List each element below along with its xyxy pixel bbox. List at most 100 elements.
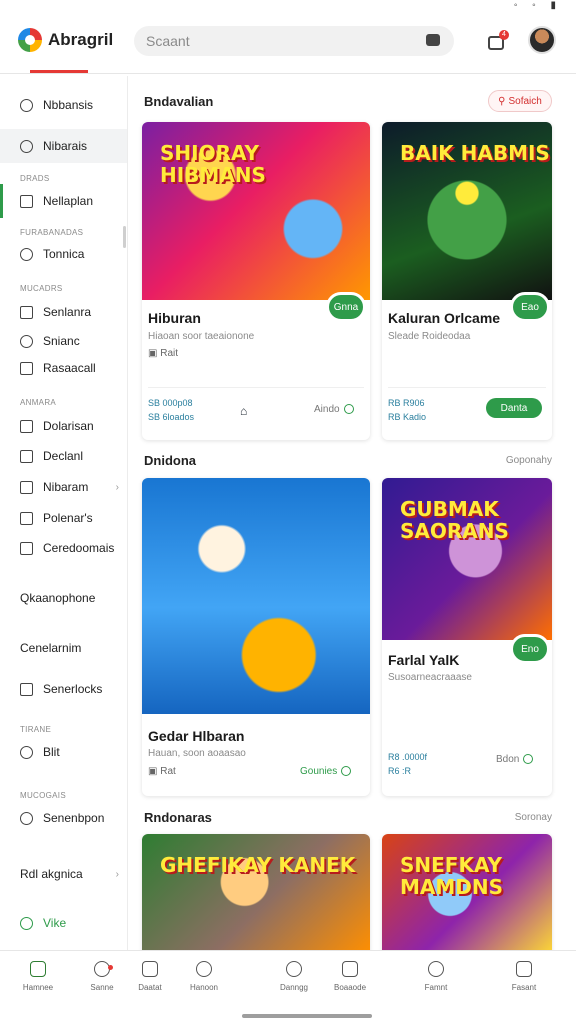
card-subtitle: Hauan, soon aoaasao	[148, 748, 246, 759]
tag-icon: ▣	[148, 348, 161, 359]
status-ring-icon	[523, 754, 534, 765]
sidebar-item-dolarisan[interactable]: Dolarisan	[0, 409, 127, 443]
sidebar-item-senerlocks[interactable]: Senerlocks	[0, 672, 127, 706]
sidebar-item-ceredoomais[interactable]: Ceredoomais	[0, 531, 127, 565]
card-action-button[interactable]: Danta	[486, 398, 542, 418]
card-title: Gedar Hlbaran	[148, 728, 245, 744]
game-thumbnail[interactable]: GHEFIKAY KANEK	[142, 834, 370, 950]
logo-text: Abragril	[48, 30, 114, 49]
sidebar-item-nellaplan[interactable]: Nellaplan	[0, 184, 127, 218]
game-card[interactable]: SHIORAY HIBMANS Gnna Hiburan Hiaoan soor…	[142, 122, 370, 440]
sidebar-item-qkaanophone[interactable]: Qkaanophone	[0, 581, 127, 615]
search-icon	[20, 139, 33, 153]
game-thumbnail[interactable]: SNEFKAY MAMDNS	[382, 834, 552, 950]
play-badge[interactable]: Gnna	[326, 292, 366, 322]
sidebar: Nbbansis Nibarais DRADS Nellaplan FURABA…	[0, 76, 128, 950]
game-thumbnail[interactable]: GUBMAK SAORANS	[382, 478, 552, 640]
sidebar-item-nibaram[interactable]: Nibaram ›	[0, 470, 127, 504]
sidebar-item-nibarais[interactable]: Nibarais	[0, 129, 127, 163]
basket-icon	[142, 961, 158, 977]
search-icon: ⚲	[498, 95, 506, 107]
game-card[interactable]: GHEFIKAY KANEK	[142, 834, 370, 950]
lock-icon	[20, 682, 33, 696]
folder-icon	[20, 419, 33, 433]
thumbnail-title: BAIK HABMIS	[400, 141, 550, 165]
game-card[interactable]: GUBMAK SAORANS Eno Farlal YalK Susoarnea…	[382, 478, 552, 796]
card-price: R8 .0000f R6 :R	[388, 752, 428, 776]
card-status: Aindo	[314, 404, 354, 415]
image-icon	[342, 961, 358, 977]
nav-item-fasant[interactable]: Fasant	[494, 961, 554, 992]
sidebar-heading: DRADS	[20, 174, 50, 183]
sidebar-item-senenbpon[interactable]: Senenbpon	[0, 801, 127, 835]
sidebar-item-label: Snianc	[43, 334, 80, 348]
camera-search-icon[interactable]	[426, 34, 440, 46]
app-logo[interactable]: Abragril	[18, 28, 113, 52]
cart-badge: 4	[499, 30, 509, 40]
section-link[interactable]: Soronay	[515, 812, 552, 823]
game-thumbnail[interactable]: SHIORAY HIBMANS	[142, 122, 370, 300]
sidebar-item-label: Declanl	[43, 449, 84, 463]
search-input[interactable]	[146, 33, 416, 49]
play-badge[interactable]: Eno	[510, 634, 550, 664]
game-thumbnail[interactable]: BAIK HABMIS	[382, 122, 552, 300]
game-card[interactable]: Gedar Hlbaran Hauan, soon aoaasao ▣ Rat …	[142, 478, 370, 796]
thumbnail-title: SHIORAY HIBMANS	[160, 141, 266, 187]
sidebar-item-cenelarnim[interactable]: Cenelarnim	[0, 631, 127, 665]
section-search-button[interactable]: ⚲ Sofaich	[488, 90, 552, 112]
sidebar-item-label: Nibarais	[43, 139, 88, 153]
card-action-link[interactable]: Gounies	[300, 766, 352, 777]
chevron-right-icon: ›	[115, 868, 119, 880]
nav-item-danngg[interactable]: Danngg	[264, 961, 324, 992]
card-price: RB R906 RB Kadio	[388, 398, 427, 422]
thumbnail-title: GUBMAK SAORANS	[400, 497, 509, 543]
play-badge[interactable]: Eao	[510, 292, 550, 322]
game-card[interactable]: SNEFKAY MAMDNS	[382, 834, 552, 950]
sidebar-item-label: Nbbansis	[43, 98, 94, 112]
sidebar-item-label: Cenelarnim	[20, 641, 82, 655]
nav-item-famnt[interactable]: Famnt	[406, 961, 466, 992]
sidebar-item-label: Senerlocks	[43, 682, 103, 696]
section-link[interactable]: Goponahy	[506, 455, 552, 466]
sidebar-item-declanl[interactable]: Declanl	[0, 439, 127, 473]
game-card[interactable]: BAIK HABMIS Eao Kaluran Orlcame Sleade R…	[382, 122, 552, 440]
card-title: Farlal YalK	[388, 652, 460, 668]
thumbnail-title: SNEFKAY MAMDNS	[400, 853, 504, 899]
calendar-icon	[20, 305, 33, 319]
support-icon	[20, 811, 33, 825]
section-title: Rndonaras	[144, 810, 212, 825]
sidebar-item-label: Blit	[43, 745, 60, 759]
notification-dot	[108, 965, 113, 970]
sidebar-item-tonnica[interactable]: Tonnica	[0, 237, 127, 271]
sidebar-item-rasaacall[interactable]: Rasaacall	[0, 351, 127, 385]
sidebar-item-label: Ceredoomais	[43, 541, 115, 555]
document-icon	[20, 449, 33, 463]
sidebar-scrollbar[interactable]	[123, 226, 126, 248]
tag-icon: ▣	[148, 766, 161, 777]
game-thumbnail[interactable]	[142, 478, 370, 714]
user-avatar[interactable]	[528, 26, 556, 54]
nav-item-hamnee[interactable]: Hamnee	[8, 961, 68, 992]
sidebar-item-rdl-akgnica[interactable]: Rdl akgnica ›	[0, 857, 127, 891]
sidebar-item-blit[interactable]: Blit	[0, 735, 127, 769]
nav-item-boaaode[interactable]: Boaaode	[320, 961, 380, 992]
box-icon	[20, 480, 33, 494]
doc-icon	[516, 961, 532, 977]
status-bar: ◦ ◦ ▮	[0, 0, 576, 14]
sidebar-item-vike[interactable]: Vike	[0, 906, 127, 940]
sidebar-heading: MUCOGAIS	[20, 791, 66, 800]
chevron-right-icon: ›	[115, 481, 119, 493]
cart-button[interactable]: 4	[486, 30, 509, 52]
card-subtitle: Susoarneacraaase	[388, 672, 472, 683]
search-bar[interactable]	[134, 26, 454, 56]
sidebar-item-nbbansis[interactable]: Nbbansis	[0, 88, 127, 122]
nav-item-hanoon[interactable]: Hanoon	[174, 961, 234, 992]
card-subtitle: Sleade Roideodaa	[388, 331, 471, 342]
sidebar-item-polenars[interactable]: Polenar's	[0, 501, 127, 535]
card-price: SB 000p08 SB 6loados	[148, 398, 195, 422]
status-ring-icon	[341, 766, 352, 777]
settings-icon	[20, 745, 33, 759]
section-title: Bndavalian	[144, 94, 214, 109]
nav-item-daatat[interactable]: Daatat	[120, 961, 180, 992]
sidebar-item-label: Rasaacall	[43, 361, 96, 375]
